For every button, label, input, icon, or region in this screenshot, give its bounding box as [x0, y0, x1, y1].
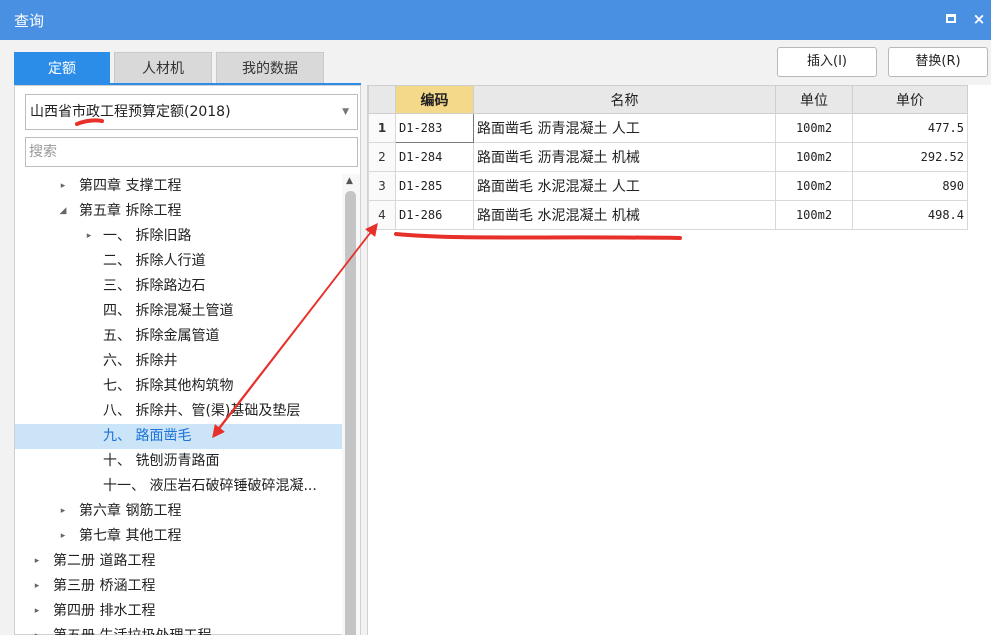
- tree-item-label: 八、 拆除井、管(渠)基础及垫层: [103, 403, 301, 419]
- tab-quota[interactable]: 定额: [14, 52, 110, 84]
- tab-my-data[interactable]: 我的数据: [216, 52, 324, 84]
- tree-item-chapter5[interactable]: ◢ 第五章 拆除工程: [15, 199, 342, 224]
- column-header-price[interactable]: 单价: [852, 85, 968, 114]
- row-number: 2: [368, 142, 396, 172]
- collapse-arrow-icon[interactable]: ◢: [57, 199, 69, 224]
- tab-labor-material-machine[interactable]: 人材机: [114, 52, 212, 84]
- tree-item-section10[interactable]: 十、 铣刨沥青路面: [15, 449, 342, 474]
- tree-item-label: 第四章 支撑工程: [79, 178, 182, 194]
- expand-arrow-icon[interactable]: ▸: [57, 499, 69, 524]
- restore-icon: [946, 14, 956, 23]
- tree-item-volume3[interactable]: ▸ 第三册 桥涵工程: [15, 574, 342, 599]
- tree-scrollbar[interactable]: ▲: [342, 174, 360, 635]
- quota-library-value: 山西省市政工程预算定额(2018): [30, 104, 231, 120]
- expand-arrow-icon[interactable]: ▸: [31, 549, 43, 574]
- expand-arrow-icon[interactable]: ▸: [31, 624, 43, 635]
- insert-button[interactable]: 插入(I): [777, 47, 877, 77]
- cell-code[interactable]: D1-285: [395, 171, 474, 201]
- expand-arrow-icon[interactable]: ▸: [31, 599, 43, 624]
- title-bar: 查询 ×: [0, 0, 991, 40]
- replace-button[interactable]: 替换(R): [888, 47, 988, 77]
- tree-item-label: 一、 拆除旧路: [103, 228, 192, 244]
- cell-code[interactable]: D1-284: [395, 142, 474, 172]
- tree-item-chapter6[interactable]: ▸ 第六章 钢筋工程: [15, 499, 342, 524]
- tree-item-section5[interactable]: 五、 拆除金属管道: [15, 324, 342, 349]
- tree-item-label: 第三册 桥涵工程: [53, 578, 156, 594]
- table-row[interactable]: 1 D1-283 路面凿毛 沥青混凝土 人工 100m2 477.5: [368, 113, 968, 143]
- tree-item-label: 十、 铣刨沥青路面: [103, 453, 220, 469]
- cell-price[interactable]: 477.5: [852, 113, 968, 143]
- tree-item-label: 四、 拆除混凝土管道: [103, 303, 234, 319]
- cell-name[interactable]: 路面凿毛 水泥混凝土 机械: [473, 200, 776, 230]
- tree-item-section2[interactable]: 二、 拆除人行道: [15, 249, 342, 274]
- tree-item-volume2[interactable]: ▸ 第二册 道路工程: [15, 549, 342, 574]
- tree-item-section8[interactable]: 八、 拆除井、管(渠)基础及垫层: [15, 399, 342, 424]
- cell-price[interactable]: 498.4: [852, 200, 968, 230]
- cell-unit[interactable]: 100m2: [775, 142, 853, 172]
- scroll-up-icon[interactable]: ▲: [346, 176, 353, 186]
- cell-code[interactable]: D1-286: [395, 200, 474, 230]
- column-header-code[interactable]: 编码: [395, 85, 474, 114]
- tree-item-label: 第七章 其他工程: [79, 528, 182, 544]
- results-table: 编码 名称 单位 单价 1 D1-283 路面凿毛 沥青混凝土 人工 100m2…: [368, 85, 968, 230]
- left-panel: 山西省市政工程预算定额(2018) ▼ ▸ 第四章 支撑工程 ◢ 第五章 拆除工程 …: [14, 85, 361, 635]
- tree-item-label: 三、 拆除路边石: [103, 278, 206, 294]
- close-button[interactable]: ×: [970, 10, 988, 28]
- tree-item-volume5[interactable]: ▸ 第五册 生活垃圾处理工程: [15, 624, 342, 635]
- cell-code[interactable]: D1-283: [395, 113, 474, 143]
- tree-item-volume4[interactable]: ▸ 第四册 排水工程: [15, 599, 342, 624]
- tree-item-label: 十一、 液压岩石破碎锤破碎混凝...: [103, 478, 317, 494]
- tree-item-section7[interactable]: 七、 拆除其他构筑物: [15, 374, 342, 399]
- table-row[interactable]: 4 D1-286 路面凿毛 水泥混凝土 机械 100m2 498.4: [368, 200, 968, 230]
- expand-arrow-icon[interactable]: ▸: [31, 574, 43, 599]
- tree-item-label: 第二册 道路工程: [53, 553, 156, 569]
- tree-item-chapter7[interactable]: ▸ 第七章 其他工程: [15, 524, 342, 549]
- tree-item-section6[interactable]: 六、 拆除井: [15, 349, 342, 374]
- cell-name[interactable]: 路面凿毛 沥青混凝土 机械: [473, 142, 776, 172]
- scrollbar-thumb[interactable]: [345, 191, 356, 635]
- tree-item-section4[interactable]: 四、 拆除混凝土管道: [15, 299, 342, 324]
- tree-item-label: 第五章 拆除工程: [79, 203, 182, 219]
- column-header-name[interactable]: 名称: [473, 85, 776, 114]
- results-panel: 编码 名称 单位 单价 1 D1-283 路面凿毛 沥青混凝土 人工 100m2…: [367, 85, 991, 635]
- row-number-header: [368, 85, 396, 114]
- tree-item-label: 第四册 排水工程: [53, 603, 156, 619]
- quota-tree: ▸ 第四章 支撑工程 ◢ 第五章 拆除工程 ▸ 一、 拆除旧路 二、 拆除人行道 三、…: [15, 174, 342, 635]
- cell-name[interactable]: 路面凿毛 水泥混凝土 人工: [473, 171, 776, 201]
- cell-unit[interactable]: 100m2: [775, 200, 853, 230]
- window-title: 查询: [14, 12, 45, 30]
- cell-price[interactable]: 890: [852, 171, 968, 201]
- cell-unit[interactable]: 100m2: [775, 113, 853, 143]
- tree-item-label: 九、 路面凿毛: [103, 428, 192, 444]
- expand-arrow-icon[interactable]: ▸: [57, 174, 69, 199]
- row-number: 4: [368, 200, 396, 230]
- tree-item-section11[interactable]: 十一、 液压岩石破碎锤破碎混凝...: [15, 474, 342, 499]
- expand-arrow-icon[interactable]: ▸: [57, 524, 69, 549]
- table-header-row: 编码 名称 单位 单价: [368, 85, 968, 114]
- cell-name[interactable]: 路面凿毛 沥青混凝土 人工: [473, 113, 776, 143]
- cell-price[interactable]: 292.52: [852, 142, 968, 172]
- chevron-down-icon: ▼: [342, 107, 349, 117]
- tree-item-label: 五、 拆除金属管道: [103, 328, 220, 344]
- tree-item-chapter4[interactable]: ▸ 第四章 支撑工程: [15, 174, 342, 199]
- tree-item-section3[interactable]: 三、 拆除路边石: [15, 274, 342, 299]
- quota-library-select[interactable]: 山西省市政工程预算定额(2018) ▼: [25, 94, 358, 130]
- table-row[interactable]: 2 D1-284 路面凿毛 沥青混凝土 机械 100m2 292.52: [368, 142, 968, 172]
- expand-arrow-icon[interactable]: ▸: [83, 224, 95, 249]
- search-input[interactable]: [25, 137, 358, 167]
- row-number: 3: [368, 171, 396, 201]
- tree-item-section9[interactable]: 九、 路面凿毛: [15, 424, 342, 449]
- column-header-unit[interactable]: 单位: [775, 85, 853, 114]
- cell-unit[interactable]: 100m2: [775, 171, 853, 201]
- tree-item-label: 第五册 生活垃圾处理工程: [53, 624, 211, 635]
- restore-button[interactable]: [942, 10, 960, 28]
- table-row[interactable]: 3 D1-285 路面凿毛 水泥混凝土 人工 100m2 890: [368, 171, 968, 201]
- tree-item-label: 六、 拆除井: [103, 353, 178, 369]
- tree-item-label: 七、 拆除其他构筑物: [103, 378, 234, 394]
- tree-item-label: 二、 拆除人行道: [103, 253, 206, 269]
- tree-item-label: 第六章 钢筋工程: [79, 503, 182, 519]
- row-number: 1: [368, 113, 396, 143]
- tree-item-section1[interactable]: ▸ 一、 拆除旧路: [15, 224, 342, 249]
